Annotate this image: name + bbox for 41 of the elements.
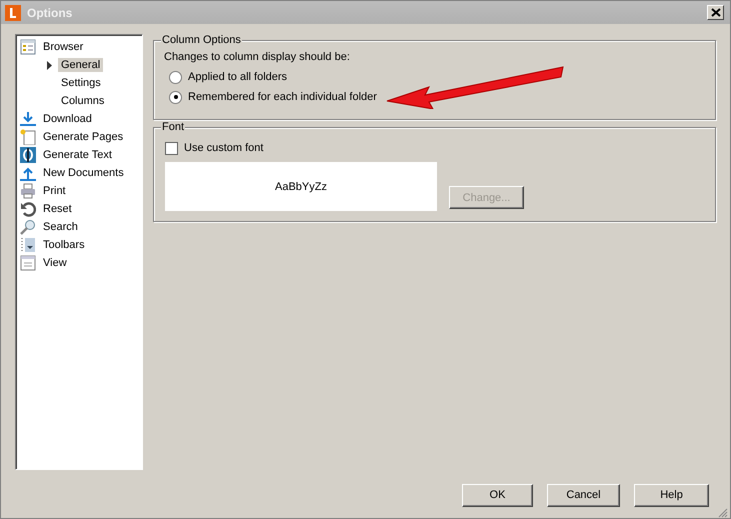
printer-icon [20, 183, 36, 199]
radio-button[interactable] [169, 90, 182, 104]
search-icon [20, 219, 36, 235]
dialog-button[interactable]: Cancel [547, 484, 620, 506]
toolbar-icon [20, 237, 36, 253]
tree-item[interactable]: Toolbars [40, 238, 88, 252]
tree-item[interactable]: Settings [58, 76, 104, 90]
prompt-text: Changes to column display should be: [164, 51, 351, 63]
tree-item[interactable]: Reset [40, 202, 75, 216]
page-sparkle-icon [20, 129, 36, 145]
tree-item[interactable]: General [58, 58, 104, 72]
radio-button[interactable] [169, 70, 182, 84]
radio-label[interactable]: Applied to all folders [188, 71, 288, 83]
window-title: Options [27, 6, 74, 20]
group-title: Font [161, 121, 186, 133]
tree-item[interactable]: Browser [40, 40, 86, 54]
tree-item[interactable]: Print [40, 184, 69, 198]
tree-item[interactable]: View [40, 256, 70, 270]
checkbox-label[interactable]: Use custom font [184, 142, 264, 154]
dialog-button[interactable]: Help [634, 484, 709, 506]
page-icon [20, 255, 36, 271]
app-logo-icon [5, 4, 21, 20]
undo-icon [20, 201, 36, 217]
radio-label[interactable]: Remembered for each individual folder [188, 91, 377, 103]
download-arrow-icon [20, 111, 36, 127]
dialog-button[interactable]: OK [462, 484, 533, 506]
tree-item[interactable]: Generate Text [40, 148, 115, 162]
letter-icon [20, 147, 36, 163]
close-button[interactable] [707, 5, 724, 20]
tree-item[interactable]: Search [40, 220, 81, 234]
font-preview: AaBbYyZz [165, 162, 437, 211]
list-icon [20, 39, 36, 55]
close-icon [710, 8, 720, 17]
tree-item[interactable]: Download [40, 112, 95, 126]
upload-arrow-icon [20, 165, 36, 181]
tree-item[interactable]: New Documents [40, 166, 127, 180]
tree-item[interactable]: Generate Pages [40, 130, 126, 144]
tree-item[interactable]: Columns [58, 94, 108, 108]
group-title: Column Options [161, 34, 242, 46]
selection-arrow-icon [46, 60, 52, 70]
checkbox[interactable] [165, 142, 178, 154]
